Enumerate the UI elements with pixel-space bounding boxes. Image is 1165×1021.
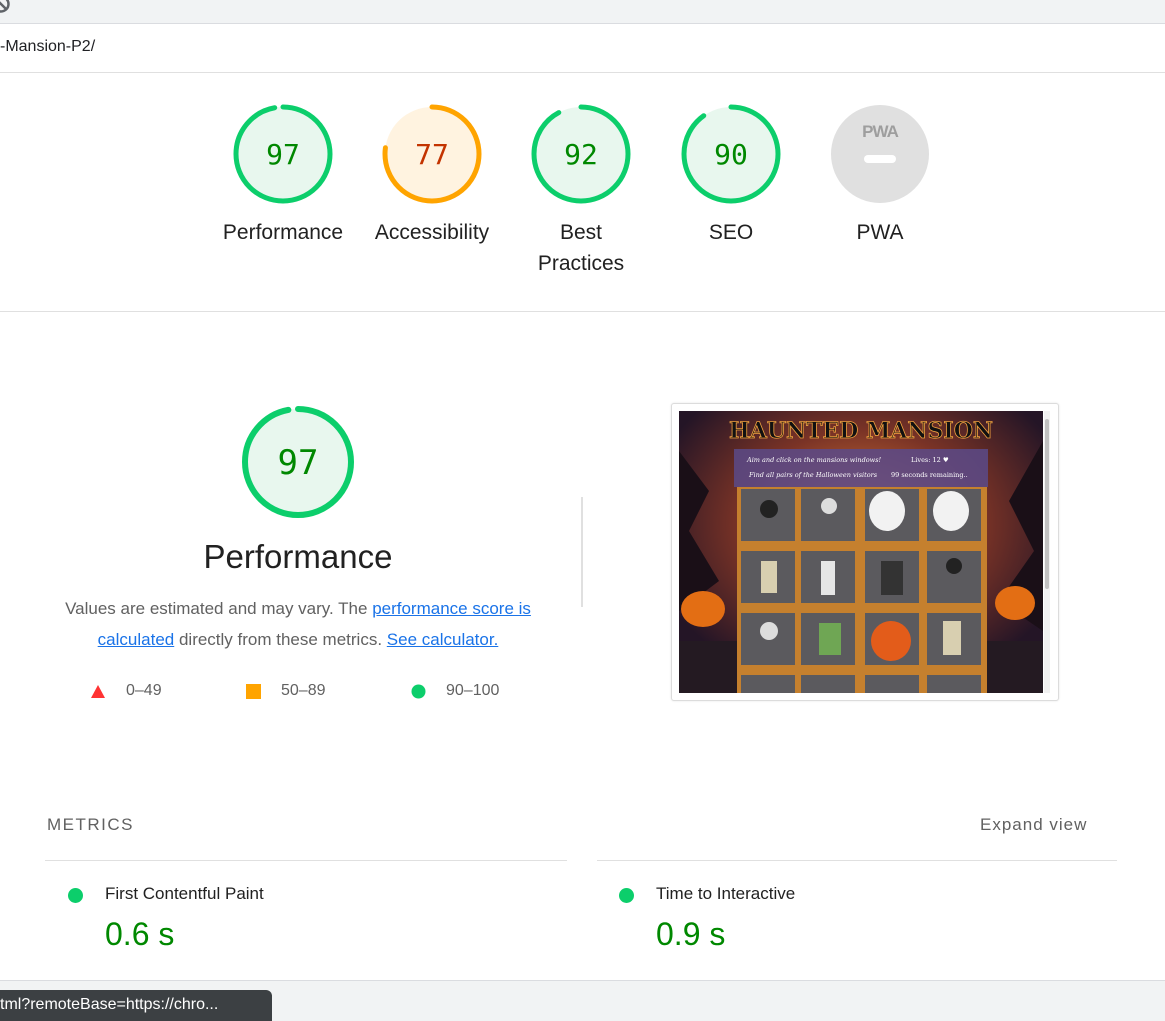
desc-middle: directly from these metrics. xyxy=(174,630,387,649)
gauge-accessibility-ring: 77 xyxy=(382,104,482,204)
gauge-performance-ring: 97 xyxy=(233,104,333,204)
gauge-performance-score: 97 xyxy=(266,138,300,171)
legend-average-range: 50–89 xyxy=(281,682,326,699)
gauge-performance[interactable]: 97 Performance xyxy=(213,103,353,248)
screenshot-info-1: Aim and click on the mansions windows! xyxy=(746,456,882,464)
blocked-icon xyxy=(0,0,10,13)
gauge-best-practices-ring: 92 xyxy=(531,104,631,204)
final-screenshot-image: HAUNTED MANSION Aim and click on the man… xyxy=(679,411,1043,693)
metric-name: First Contentful Paint xyxy=(105,884,264,903)
haunted-mansion-artwork: HAUNTED MANSION Aim and click on the man… xyxy=(679,411,1043,693)
screenshot-timer: 99 seconds remaining.. xyxy=(891,471,968,479)
performance-big-score: 97 xyxy=(278,443,319,483)
url-bar[interactable]: -Mansion-P2/ xyxy=(0,24,1165,73)
section-divider xyxy=(581,497,583,607)
gauge-best-practices-label: Best Practices xyxy=(537,221,625,275)
gauge-seo-label: SEO xyxy=(708,221,754,244)
average-square-icon xyxy=(246,683,261,699)
pass-circle-icon xyxy=(619,888,634,903)
metric-name: Time to Interactive xyxy=(656,884,796,903)
desc-prefix: Values are estimated and may vary. The xyxy=(65,599,373,618)
screenshot-scrollbar-thumb[interactable] xyxy=(1045,419,1049,589)
gauge-best-practices-score: 92 xyxy=(564,138,598,171)
gauge-accessibility-label: Accessibility xyxy=(374,221,490,244)
performance-description: Values are estimated and may vary. The p… xyxy=(48,593,548,655)
pass-circle-icon xyxy=(411,684,426,698)
legend-fail-range: 0–49 xyxy=(126,682,162,699)
legend-pass-range: 90–100 xyxy=(446,682,500,699)
legend-fail: 0–49 xyxy=(90,682,162,700)
pwa-badge-text: PWA xyxy=(862,122,898,141)
gauge-pwa-label: PWA xyxy=(856,221,904,244)
screenshot-lives: Lives: 12 ♥ xyxy=(911,456,949,464)
gauge-accessibility[interactable]: 77 Accessibility xyxy=(362,103,502,248)
pwa-badge-icon: PWA xyxy=(831,105,929,203)
performance-big-gauge: 97 xyxy=(242,406,354,518)
screenshot-title: HAUNTED MANSION xyxy=(729,418,993,444)
metrics-heading: METRICS xyxy=(47,815,134,834)
status-url-tooltip: tml?remoteBase=https://chro... xyxy=(0,990,272,1021)
metrics-divider-right xyxy=(597,860,1117,861)
performance-section: 97 Performance Values are estimated and … xyxy=(0,312,1165,782)
browser-top-strip xyxy=(0,0,1165,24)
metric-value: 0.6 s xyxy=(105,916,175,952)
pass-circle-icon xyxy=(68,888,83,903)
category-gauges: 97 Performance 77 Accessibility 92 Best … xyxy=(0,73,1165,312)
gauge-pwa[interactable]: PWA PWA xyxy=(810,103,950,248)
gauge-seo-score: 90 xyxy=(714,138,748,171)
screenshot-info-2: Find all pairs of the Halloween visitors xyxy=(748,471,878,479)
gauge-performance-label: Performance xyxy=(222,221,344,244)
metrics-divider-left xyxy=(45,860,567,861)
legend-average: 50–89 xyxy=(246,682,326,700)
see-calculator-link[interactable]: See calculator. xyxy=(387,630,499,649)
gauge-seo[interactable]: 90 SEO xyxy=(661,103,801,248)
metric-value: 0.9 s xyxy=(656,916,726,952)
page-url: -Mansion-P2/ xyxy=(0,38,96,55)
screenshot-scrollbar[interactable] xyxy=(1044,411,1050,693)
expand-view-button[interactable]: Expand view xyxy=(980,815,1087,835)
performance-title: Performance xyxy=(203,538,393,575)
final-screenshot[interactable]: HAUNTED MANSION Aim and click on the man… xyxy=(671,403,1059,701)
fail-triangle-icon xyxy=(91,684,105,698)
gauge-seo-ring: 90 xyxy=(681,104,781,204)
gauge-best-practices[interactable]: 92 Best Practices xyxy=(511,103,651,279)
legend-pass: 90–100 xyxy=(411,682,499,700)
gauge-accessibility-score: 77 xyxy=(415,138,449,171)
